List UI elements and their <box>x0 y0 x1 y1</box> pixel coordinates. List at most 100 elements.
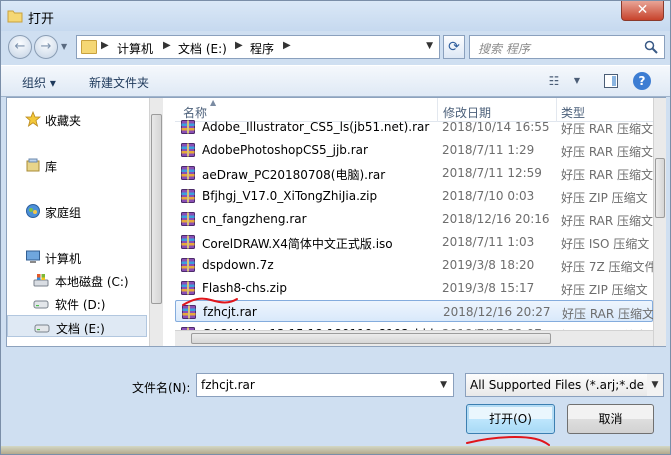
file-row[interactable]: dspdown.7z 2019/3/8 18:20 好压 7Z 压缩文件 <box>175 254 653 276</box>
file-type-select[interactable]: All Supported Files (*.arj;*.de ▼ <box>465 373 664 397</box>
search-input[interactable]: 搜索 程序 <box>478 40 530 57</box>
title-bar: 打开 ✕ <box>1 1 670 31</box>
breadcrumb-documents-drive[interactable]: 文档 (E:) <box>178 40 227 57</box>
library-icon <box>26 158 40 172</box>
recent-locations-chevron-icon[interactable]: ▼ <box>61 42 67 51</box>
file-name: AdobePhotoshopCS5_jjb.rar <box>202 143 368 157</box>
file-name: aeDraw_PC20180708(电脑).rar <box>202 168 386 182</box>
scrollbar-thumb[interactable] <box>191 333 551 344</box>
filename-label: 文件名(N): <box>132 381 191 395</box>
breadcrumb-programs[interactable]: 程序 <box>250 40 274 57</box>
file-type: 好压 ZIP 压缩文 <box>561 191 648 205</box>
search-box[interactable]: 搜索 程序 <box>469 35 665 59</box>
file-type: 好压 7Z 压缩文件 <box>561 260 653 274</box>
drive-icon <box>34 324 50 333</box>
file-row[interactable]: cn_fangzheng.rar 2018/12/16 20:16 好压 RAR 压… <box>175 208 653 230</box>
chevron-right-icon[interactable]: ▶ <box>283 40 291 51</box>
breadcrumb-computer[interactable]: 计算机 <box>117 40 153 57</box>
file-type: 好压 ISO 压缩文 <box>561 237 650 251</box>
organize-button[interactable]: 组织 ▾ <box>22 74 56 91</box>
sidebar-item-favorites[interactable]: 收藏夹 <box>7 108 147 130</box>
archive-file-icon <box>181 120 195 134</box>
file-name: Adobe_Illustrator_CS5_ls(jb51.net).rar <box>202 120 430 134</box>
back-button[interactable]: ← <box>8 35 32 59</box>
chevron-down-icon[interactable]: ▼ <box>440 380 447 390</box>
chevron-right-icon[interactable]: ▶ <box>235 40 243 51</box>
sidebar-item-drive-e[interactable]: 文档 (E:) <box>7 315 147 337</box>
file-date-modified: 2018/10/14 16:55 <box>442 120 550 134</box>
search-icon[interactable] <box>644 40 658 54</box>
star-icon <box>25 111 41 127</box>
sidebar-item-label: 家庭组 <box>45 206 82 220</box>
navigation-bar: ← → ▼ ▶ 计算机 ▶ 文档 (E:) ▶ 程序 ▶ ▼ ⟳ 搜索 程序 <box>1 31 670 63</box>
archive-file-icon <box>181 258 195 272</box>
archive-file-icon <box>181 212 195 226</box>
archive-file-icon <box>181 143 195 157</box>
chevron-down-icon[interactable]: ▼ <box>647 374 663 396</box>
homegroup-icon <box>26 204 40 218</box>
close-button[interactable]: ✕ <box>621 1 664 21</box>
sidebar-item-label: 计算机 <box>45 252 82 266</box>
filename-field[interactable]: fzhcjt.rar ▼ <box>196 373 454 397</box>
file-row[interactable]: Flash8-chs.zip 2019/3/8 15:17 好压 ZIP 压缩文 <box>175 277 653 299</box>
refresh-icon: ⟳ <box>448 39 460 55</box>
file-type: 好压 ZIP 压缩文 <box>561 283 648 297</box>
taskbar-strip <box>1 446 670 454</box>
command-toolbar: 组织 ▾ 新建文件夹 ☷ ▼ ? <box>1 65 670 97</box>
scrollbar-thumb[interactable] <box>655 158 665 218</box>
file-type-value: All Supported Files (*.arj;*.de <box>470 378 645 392</box>
file-date-modified: 2018/12/16 20:27 <box>443 305 551 319</box>
address-dropdown-icon[interactable]: ▼ <box>426 41 433 51</box>
file-date-modified: 2019/3/8 18:20 <box>442 258 535 272</box>
folder-icon <box>7 10 23 23</box>
file-type: 好压 RAR 压缩文 <box>561 145 653 159</box>
scrollbar-thumb[interactable] <box>151 114 162 304</box>
drive-icon <box>33 300 49 309</box>
sidebar-item-libraries[interactable]: 库 <box>7 154 147 176</box>
sidebar-item-label: 文档 (E:) <box>56 322 105 336</box>
file-row[interactable]: Bfjhgj_V17.0_XiTongZhiJia.zip 2018/7/10 0… <box>175 185 653 207</box>
sidebar-item-drive-d[interactable]: 软件 (D:) <box>7 292 147 314</box>
file-row[interactable]: AdobePhotoshopCS5_jjb.rar 2018/7/11 1:29 好… <box>175 139 653 161</box>
navigation-pane: 收藏夹 库 家庭组 计算机 本地磁盘 (C:) 软件 (D:) 文档 (E:) <box>7 98 149 346</box>
file-type: 好压 RAR 压缩文 <box>561 122 653 136</box>
sidebar-item-computer[interactable]: 计算机 <box>7 246 147 268</box>
content-area: 收藏夹 库 家庭组 计算机 本地磁盘 (C:) 软件 (D:) 文档 (E:) … <box>6 97 666 347</box>
archive-file-icon <box>181 281 195 295</box>
forward-button[interactable]: → <box>34 35 58 59</box>
preview-pane-icon[interactable] <box>603 73 619 89</box>
file-date-modified: 2018/7/11 1:03 <box>442 235 535 249</box>
chevron-right-icon[interactable]: ▶ <box>163 40 171 51</box>
file-row[interactable]: aeDraw_PC20180708(电脑).rar 2018/7/11 12:59… <box>175 162 653 184</box>
file-date-modified: 2019/3/8 15:17 <box>442 281 535 295</box>
chevron-right-icon[interactable]: ▶ <box>101 40 109 51</box>
file-row[interactable]: CorelDRAW.X4简体中文正式版.iso 2018/7/11 1:03 好压 … <box>175 231 653 253</box>
new-folder-button[interactable]: 新建文件夹 <box>89 74 149 91</box>
horizontal-scrollbar[interactable] <box>175 330 653 346</box>
sidebar-item-drive-c[interactable]: 本地磁盘 (C:) <box>7 269 147 291</box>
navigation-pane-scrollbar[interactable] <box>149 98 163 346</box>
cancel-button[interactable]: 取消 <box>567 404 654 434</box>
computer-icon <box>26 250 40 263</box>
view-dropdown-icon[interactable]: ▼ <box>569 73 585 89</box>
file-name: cn_fangzheng.rar <box>202 212 307 226</box>
file-row[interactable]: Adobe_Illustrator_CS5_ls(jb51.net).rar 20… <box>175 116 653 138</box>
refresh-button[interactable]: ⟳ <box>443 35 465 59</box>
archive-file-icon <box>181 189 195 203</box>
open-button[interactable]: 打开(O) <box>466 404 555 434</box>
file-type: 好压 RAR 压缩文 <box>561 168 653 182</box>
window-title: 打开 <box>28 12 55 27</box>
archive-file-icon <box>182 305 196 319</box>
file-row[interactable]: fzhcjt.rar 2018/12/16 20:27 好压 RAR 压缩文 <box>175 300 653 322</box>
vertical-scrollbar[interactable] <box>653 98 666 346</box>
file-name: fzhcjt.rar <box>203 305 257 319</box>
filename-input[interactable]: fzhcjt.rar <box>201 378 255 392</box>
file-date-modified: 2018/7/10 0:03 <box>442 189 535 203</box>
sort-ascending-icon: ▲ <box>210 98 217 107</box>
view-options-icon[interactable]: ☷ <box>546 73 562 89</box>
file-type: 好压 RAR 压缩文 <box>561 214 653 228</box>
address-bar[interactable]: ▶ 计算机 ▶ 文档 (E:) ▶ 程序 ▶ ▼ <box>76 35 440 59</box>
help-icon[interactable]: ? <box>633 72 651 90</box>
sidebar-item-homegroup[interactable]: 家庭组 <box>7 200 147 222</box>
sidebar-item-label: 本地磁盘 (C:) <box>55 275 129 289</box>
